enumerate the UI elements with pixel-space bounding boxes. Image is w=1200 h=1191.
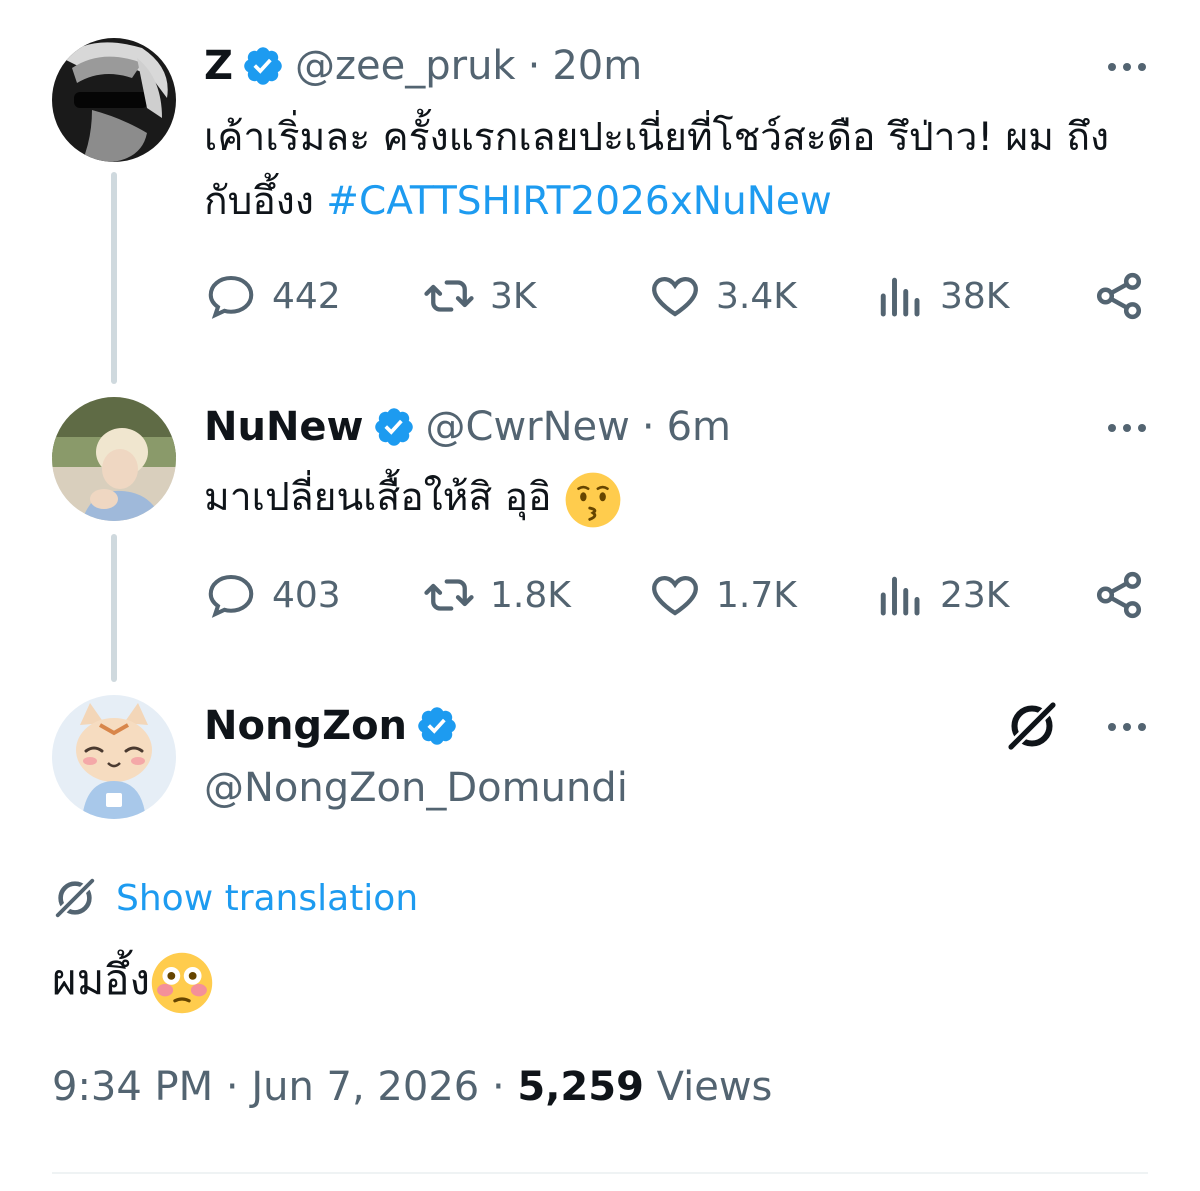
share-button[interactable] [1092,568,1146,622]
flushed-face-emoji-icon [151,952,213,1013]
more-icon[interactable] [1108,424,1146,432]
hashtag-link[interactable]: #CATTSHIRT2026xNuNew [326,179,831,224]
verified-badge-icon [241,44,285,88]
translate-row[interactable]: Show translation [52,875,418,921]
main-tweet-text: ผมอึ้ง [52,948,214,1015]
view-count: 38K [940,275,1010,317]
view-count: 23K [940,574,1010,616]
display-name[interactable]: NuNew [204,403,364,451]
like-button[interactable]: 3.4K [648,269,797,323]
tweet-actions: 442 3K 3.4K 38K [204,269,1146,325]
more-icon[interactable] [1108,63,1146,71]
verified-badge-icon [372,405,416,449]
reply-icon [208,574,254,618]
like-button[interactable]: 1.7K [648,568,797,622]
main-tweet-handle-row: @NongZon_Domundi [204,764,628,812]
show-translation-link[interactable]: Show translation [116,878,418,919]
tweet-text: เค้าเริ่มละ ครั้งแรกเลยปะเนี่ยที่โชว์สะด… [204,106,1154,234]
main-view-count: 5,259 [517,1064,644,1110]
more-icon[interactable] [1108,723,1146,731]
separator: · [491,1064,505,1110]
share-icon [1096,571,1142,619]
repost-icon [424,280,474,312]
views-button[interactable]: 38K [872,269,1009,323]
share-icon [1096,272,1142,320]
tweet-header: NuNew @CwrNew · 6m [204,403,731,451]
reply-button[interactable]: 442 [204,269,341,323]
tweet-text: มาเปลี่ยนเสื้อให้สิ อุอิ [204,466,1154,530]
repost-count: 1.8K [490,574,571,616]
verified-badge-icon [415,704,459,748]
tweet-body: มาเปลี่ยนเสื้อให้สิ อุอิ [204,475,564,520]
heart-icon [652,276,698,317]
grok-icon[interactable] [1004,698,1060,754]
repost-button[interactable]: 1.8K [422,568,571,622]
user-handle[interactable]: @CwrNew [426,403,630,451]
repost-count: 3K [490,275,537,317]
user-handle[interactable]: @zee_pruk [295,42,516,90]
like-count: 3.4K [716,275,797,317]
tweet-header: Z @zee_pruk · 20m [204,42,642,90]
tweet-date[interactable]: Jun 7, 2026 [251,1064,479,1110]
share-button[interactable] [1092,269,1146,323]
timestamp[interactable]: 20m [552,42,642,90]
views-button[interactable]: 23K [872,568,1009,622]
grok-icon [54,877,96,919]
analytics-icon [880,277,920,317]
divider [52,1172,1148,1174]
reply-count: 403 [272,574,341,616]
reply-icon [208,275,254,319]
reply-button[interactable]: 403 [204,568,341,622]
like-count: 1.7K [716,574,797,616]
display-name[interactable]: Z [204,42,233,90]
avatar-nunew[interactable] [52,397,176,521]
separator: · [641,404,655,450]
main-tweet-name-row: NongZon [204,702,469,750]
analytics-icon [880,576,920,616]
timestamp[interactable]: 6m [667,403,731,451]
avatar-nongzon[interactable] [52,695,176,819]
separator: · [225,1064,239,1110]
views-label: Views [656,1064,773,1110]
repost-icon [424,579,474,611]
repost-button[interactable]: 3K [422,269,537,323]
separator: · [527,43,541,89]
kissing-face-emoji-icon [565,472,621,527]
user-handle[interactable]: @NongZon_Domundi [204,764,628,812]
tweet-actions: 403 1.8K 1.7K 23K [204,568,1146,624]
reply-count: 442 [272,275,341,317]
thread-line [111,172,117,384]
avatar-zee[interactable] [52,38,176,162]
heart-icon [652,575,698,616]
display-name[interactable]: NongZon [204,702,407,750]
tweet-meta: 9:34 PM · Jun 7, 2026 · 5,259 Views [52,1064,772,1110]
tweet-body: ผมอึ้ง [52,955,151,1004]
thread-line [111,534,117,682]
tweet-time[interactable]: 9:34 PM [52,1064,213,1110]
